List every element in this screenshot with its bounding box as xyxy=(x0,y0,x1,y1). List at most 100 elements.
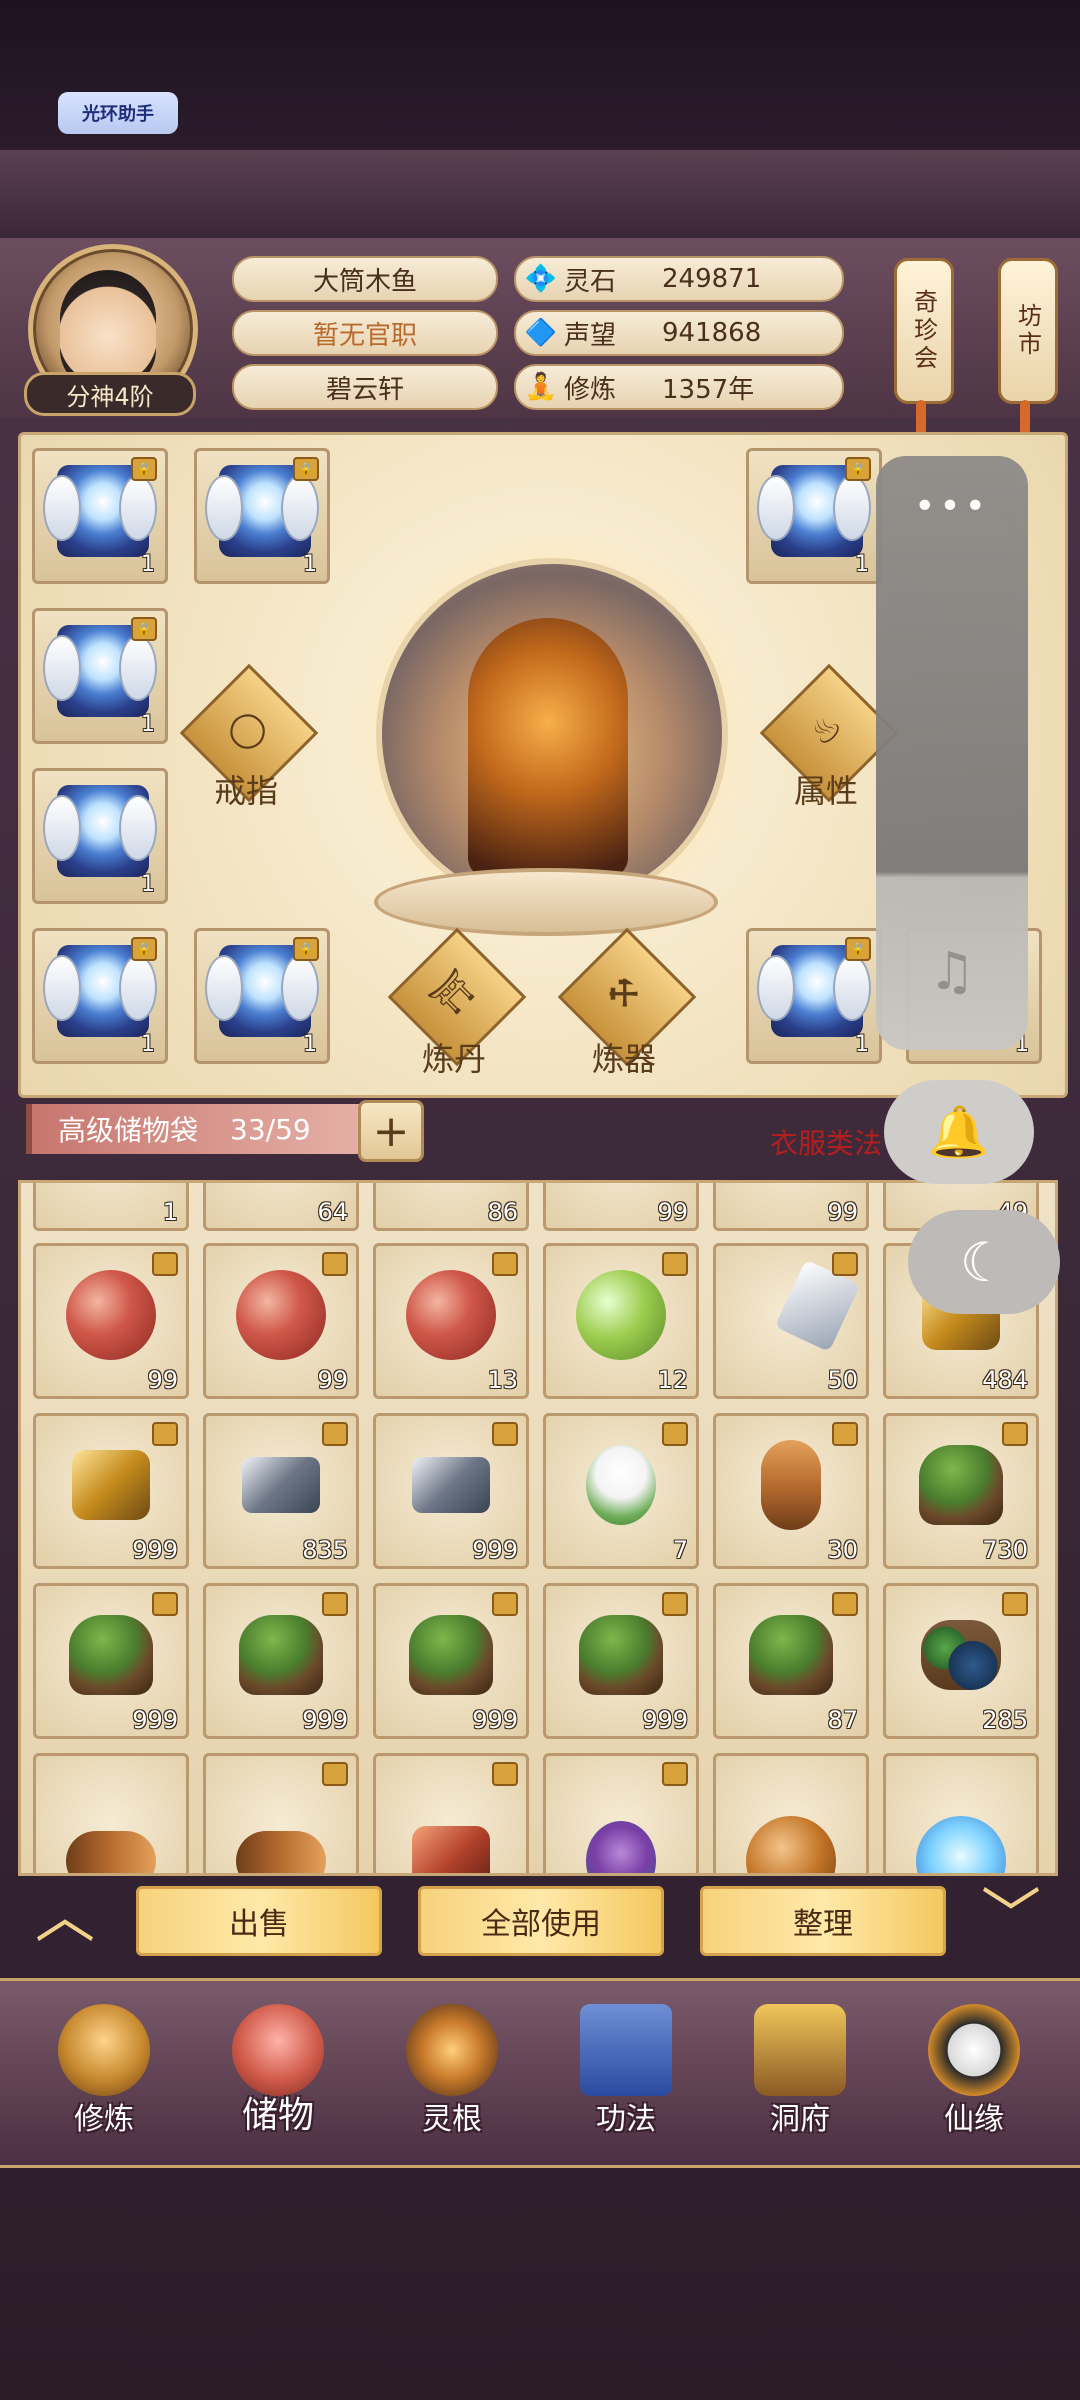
gourd-icon xyxy=(746,1816,836,1873)
item-count: 1 xyxy=(141,872,155,897)
wing-icon xyxy=(281,955,319,1021)
inventory-cell[interactable]: 99 xyxy=(543,1183,699,1231)
lock-icon xyxy=(832,1592,858,1616)
red-crystal-icon xyxy=(412,1826,490,1873)
inventory-cell[interactable]: 285 xyxy=(883,1583,1039,1739)
stat-reputation: 🔷 声望 941868 xyxy=(514,310,844,356)
music-icon[interactable]: ♫ xyxy=(876,942,1028,1002)
inventory-cell[interactable]: 999 xyxy=(543,1583,699,1739)
inventory-cell[interactable]: 999 xyxy=(203,1583,359,1739)
sell-button[interactable]: 出售 xyxy=(136,1886,382,1956)
inventory-cell[interactable] xyxy=(33,1753,189,1873)
attributes-label: 属性 xyxy=(793,772,858,810)
gold-ore-icon xyxy=(72,1450,150,1520)
use-all-button[interactable]: 全部使用 xyxy=(418,1886,664,1956)
lock-icon xyxy=(322,1252,348,1276)
nav-spirit-root[interactable]: 灵根 xyxy=(372,1986,532,2156)
silver-ore-icon xyxy=(412,1457,490,1513)
top-frame xyxy=(0,150,1080,243)
inventory-cell[interactable]: 99 xyxy=(33,1243,189,1399)
inventory-cell[interactable] xyxy=(883,1753,1039,1873)
forging-button[interactable]: ⚒ xyxy=(557,927,697,1067)
herb-icon xyxy=(919,1445,1003,1525)
inventory-cell[interactable] xyxy=(373,1753,529,1873)
inventory-cell[interactable]: 999 xyxy=(373,1583,529,1739)
lock-icon xyxy=(492,1762,518,1786)
inventory-cell[interactable]: 99 xyxy=(713,1183,869,1231)
inventory-cell[interactable]: 999 xyxy=(33,1413,189,1569)
bag-label: 高级储物袋 xyxy=(58,1114,199,1147)
equip-slot[interactable]: 🔒 1 xyxy=(32,608,168,744)
nav-fate[interactable]: 仙缘 xyxy=(894,1986,1054,2156)
shop-market-button[interactable]: 坊市 xyxy=(998,258,1058,404)
equip-slot[interactable]: 🔒 1 xyxy=(194,928,330,1064)
equip-slot[interactable]: 🔒 1 xyxy=(32,928,168,1064)
item-count: 1 xyxy=(141,1032,155,1057)
lock-icon xyxy=(662,1422,688,1446)
inventory-cell[interactable]: 12 xyxy=(543,1243,699,1399)
expand-bag-button[interactable]: + xyxy=(358,1100,424,1162)
item-count: 87 xyxy=(827,1706,858,1734)
assistant-badge[interactable]: 光环助手 xyxy=(58,92,178,134)
inventory-cell[interactable]: 13 xyxy=(373,1243,529,1399)
inventory-cell[interactable]: 835 xyxy=(203,1413,359,1569)
scroll-up-icon[interactable]: ︿ xyxy=(20,1882,110,1952)
herb-icon xyxy=(239,1615,323,1695)
attributes-button[interactable]: ♨ xyxy=(759,663,899,803)
nav-storage[interactable]: 储物 xyxy=(198,1986,358,2156)
inventory-cell[interactable]: 730 xyxy=(883,1413,1039,1569)
pouch-icon xyxy=(232,2004,324,2096)
equip-slot[interactable]: 1 xyxy=(32,768,168,904)
wing-icon xyxy=(119,795,157,861)
nav-cave[interactable]: 洞府 xyxy=(720,1986,880,2156)
moon-icon[interactable]: ☾ xyxy=(908,1210,1060,1314)
item-count: 99 xyxy=(317,1366,348,1394)
inventory-cell[interactable]: 64 xyxy=(203,1183,359,1231)
inventory-grid[interactable]: 1 64 86 99 99 49 99 99 13 12 50 484 999 … xyxy=(18,1180,1058,1876)
floating-control-panel[interactable]: ••• ♫ xyxy=(876,456,1028,1050)
inventory-cell[interactable] xyxy=(713,1753,869,1873)
nav-label: 修炼 xyxy=(74,2102,134,2137)
item-count: 999 xyxy=(132,1706,178,1734)
wing-icon xyxy=(205,475,243,541)
equip-slot[interactable]: 🔒 1 xyxy=(32,448,168,584)
item-count: 999 xyxy=(642,1706,688,1734)
meditating-figure xyxy=(468,618,628,878)
scroll-down-icon[interactable]: ﹀ xyxy=(966,1882,1056,1952)
more-icon[interactable]: ••• xyxy=(876,486,1028,527)
inventory-cell[interactable]: 87 xyxy=(713,1583,869,1739)
nav-cultivate[interactable]: 修炼 xyxy=(24,1986,184,2156)
inventory-cell[interactable]: 1 xyxy=(33,1183,189,1231)
item-count: 1 xyxy=(141,552,155,577)
alchemy-button[interactable]: ⛩ xyxy=(387,927,527,1067)
stat-label: 修炼 xyxy=(564,374,617,405)
inventory-cell[interactable]: 99 xyxy=(203,1243,359,1399)
lock-icon: 🔒 xyxy=(293,457,319,481)
nav-techniques[interactable]: 功法 xyxy=(546,1986,706,2156)
player-title: 暂无官职 xyxy=(232,310,498,356)
item-count: 1 xyxy=(303,552,317,577)
inventory-cell[interactable]: 7 xyxy=(543,1413,699,1569)
equip-slot[interactable]: 🔒 1 xyxy=(746,928,882,1064)
item-count: 12 xyxy=(657,1366,688,1394)
item-count: 99 xyxy=(827,1198,858,1226)
inventory-cell[interactable]: 86 xyxy=(373,1183,529,1231)
inventory-cell[interactable]: 30 xyxy=(713,1413,869,1569)
inventory-cell[interactable] xyxy=(203,1753,359,1873)
inventory-cell[interactable] xyxy=(543,1753,699,1873)
equip-slot[interactable]: 🔒 1 xyxy=(194,448,330,584)
wing-icon xyxy=(119,955,157,1021)
shop-qizhenhui-button[interactable]: 奇珍会 xyxy=(894,258,954,404)
stat-label: 灵石 xyxy=(564,266,617,297)
inventory-cell[interactable]: 50 xyxy=(713,1243,869,1399)
stat-value: 941868 xyxy=(662,318,762,348)
sort-button[interactable]: 整理 xyxy=(700,1886,946,1956)
rank-badge: 分神4阶 xyxy=(24,372,196,416)
lock-icon xyxy=(492,1422,518,1446)
bell-icon[interactable]: 🔔 xyxy=(884,1080,1034,1184)
equip-slot[interactable]: 🔒 1 xyxy=(746,448,882,584)
inventory-cell[interactable]: 999 xyxy=(373,1413,529,1569)
inventory-cell[interactable]: 999 xyxy=(33,1583,189,1739)
ring-button[interactable]: ◯ xyxy=(179,663,319,803)
lock-icon: 🔒 xyxy=(131,617,157,641)
